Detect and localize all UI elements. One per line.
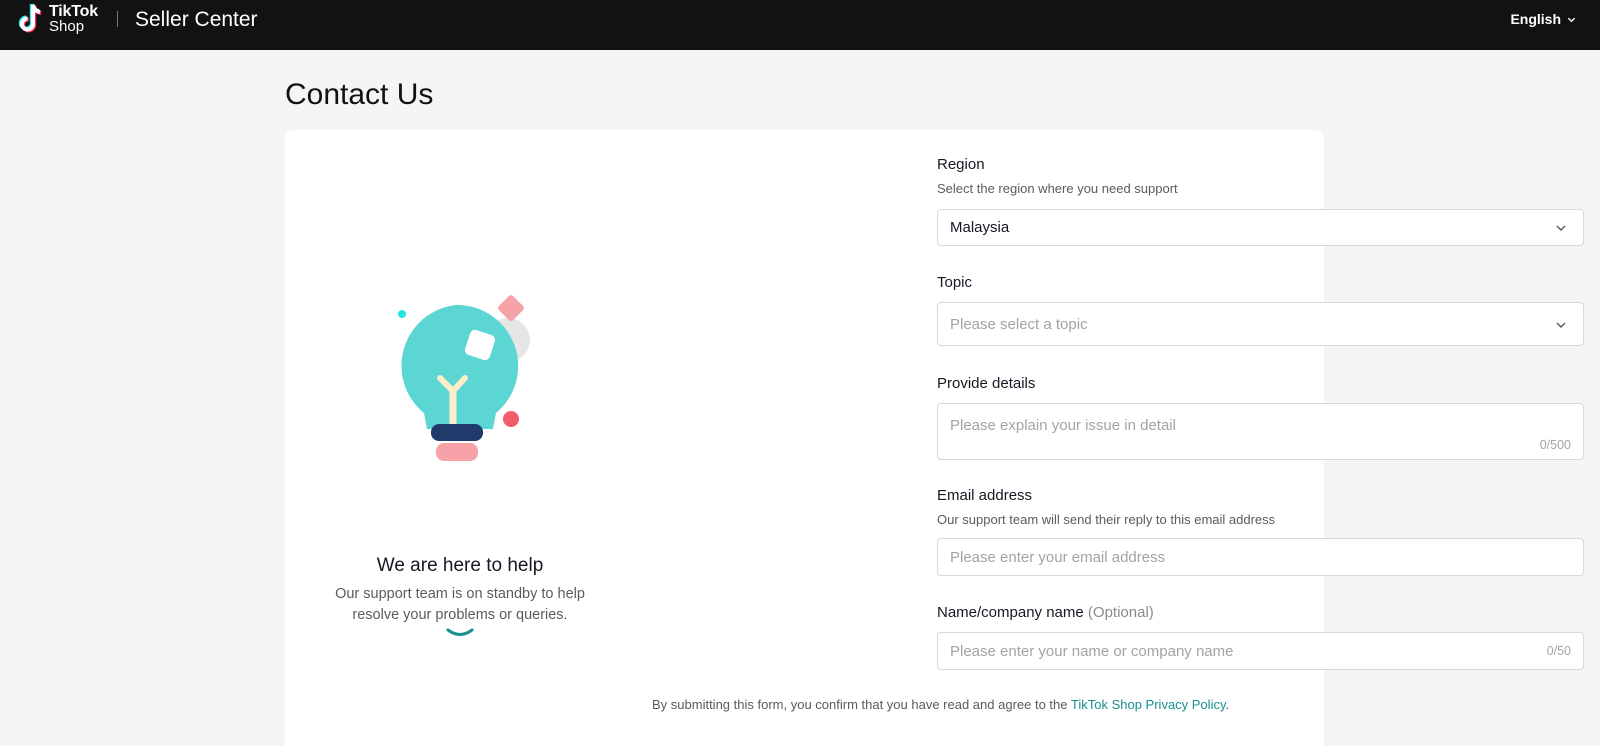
- language-selector[interactable]: English: [1510, 11, 1576, 27]
- details-textarea[interactable]: Please explain your issue in detail 0/50…: [937, 403, 1584, 460]
- logo-line2: Shop: [49, 18, 85, 35]
- email-label: Email address: [937, 487, 1033, 504]
- name-input[interactable]: Please enter your name or company name 0…: [937, 632, 1584, 670]
- chevron-down-icon: [1556, 322, 1566, 328]
- tiktok-shop-logo[interactable]: TikTok Shop: [16, 2, 98, 36]
- name-char-count: 0/50: [1546, 644, 1571, 658]
- details-placeholder: Please explain your issue in detail: [950, 417, 1176, 434]
- logo-wordmark: TikTok Shop: [49, 3, 98, 35]
- region-value: Malaysia: [950, 219, 1010, 236]
- logo-line1: TikTok: [49, 3, 98, 20]
- email-input[interactable]: Please enter your email address: [937, 538, 1584, 576]
- privacy-notice: By submitting this form, you confirm tha…: [652, 697, 1229, 712]
- page-title: Contact Us: [285, 78, 434, 111]
- help-text: Our support team is on standby to help r…: [335, 586, 585, 623]
- top-bar: TikTok Shop Seller Center English: [0, 0, 1600, 50]
- optional-tag: (Optional): [1087, 604, 1154, 621]
- topic-placeholder: Please select a topic: [950, 316, 1088, 333]
- details-char-count: 0/500: [1539, 438, 1571, 452]
- name-placeholder: Please enter your name or company name: [950, 643, 1234, 660]
- chevron-down-icon: [1556, 225, 1566, 231]
- region-hint: Select the region where you need support: [937, 181, 1178, 196]
- privacy-suffix: .: [1225, 697, 1230, 712]
- email-hint: Our support team will send their reply t…: [937, 512, 1276, 527]
- app-name: Seller Center: [135, 8, 258, 31]
- help-title: We are here to help: [376, 555, 544, 576]
- details-label: Provide details: [937, 375, 1036, 392]
- loading-indicator-icon: [446, 628, 474, 636]
- name-label: Name/company name (Optional): [937, 604, 1154, 621]
- region-select[interactable]: Malaysia: [937, 209, 1584, 246]
- header-divider: [117, 11, 118, 27]
- language-label: English: [1510, 11, 1561, 27]
- topic-select[interactable]: Please select a topic: [937, 302, 1584, 346]
- region-label: Region: [937, 156, 985, 173]
- email-placeholder: Please enter your email address: [950, 549, 1166, 566]
- lightbulb-illustration: [398, 295, 530, 461]
- privacy-prefix: By submitting this form, you confirm tha…: [652, 697, 1071, 712]
- tiktok-note-icon: [18, 3, 42, 33]
- name-label-text: Name/company name: [937, 604, 1084, 621]
- topic-label: Topic: [937, 274, 973, 291]
- chevron-down-icon: [1567, 17, 1576, 22]
- privacy-policy-link[interactable]: TikTok Shop Privacy Policy: [1071, 697, 1226, 712]
